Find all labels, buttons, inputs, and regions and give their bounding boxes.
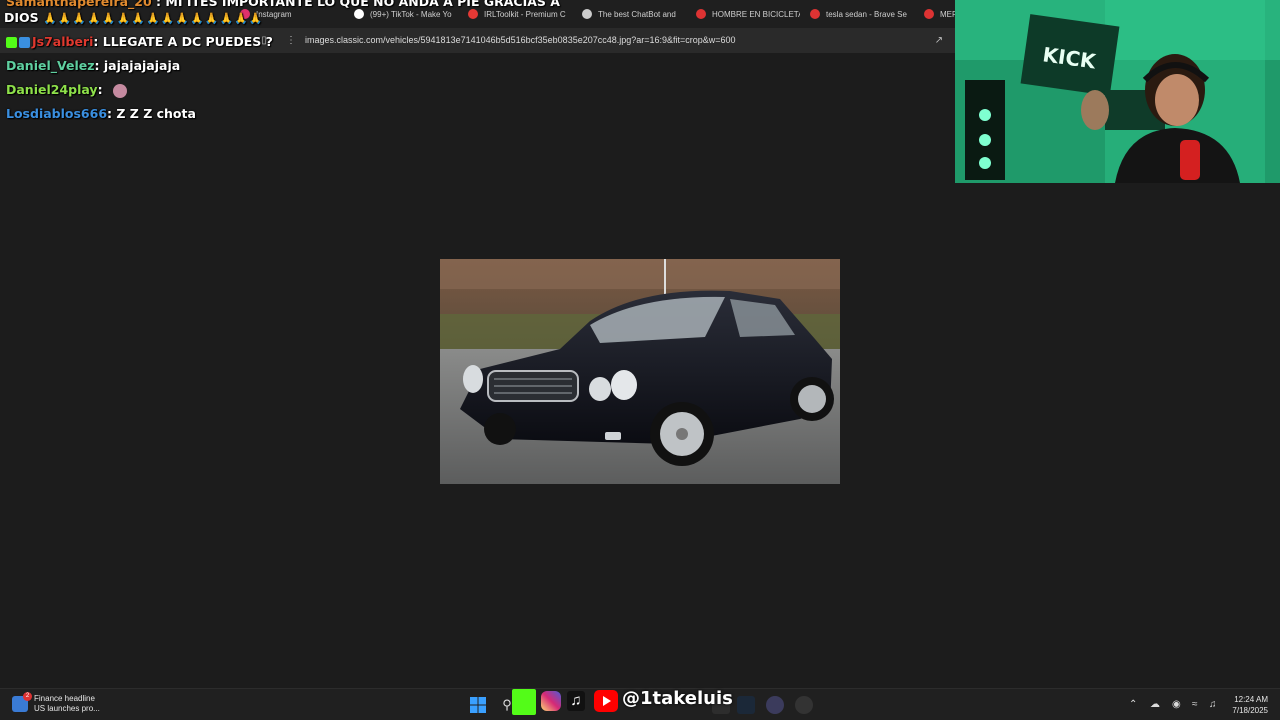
tab-label: IRLToolkit - Premium C — [484, 9, 566, 19]
site-info-icon[interactable]: ⋮ — [285, 35, 297, 47]
emote-icon — [112, 83, 127, 98]
brave-search-icon — [810, 9, 820, 19]
chat-message: Js7alberi: LLEGATE A DC PUEDES ? — [6, 34, 273, 49]
tiktok-logo-icon: ♫ — [567, 691, 585, 711]
news-icon: 2 — [12, 692, 32, 712]
app-icon-2[interactable] — [766, 696, 784, 714]
clock-date: 7/18/2025 — [1232, 706, 1268, 715]
chat-message-continued: DIOS 🙏🙏🙏🙏🙏🙏🙏🙏🙏🙏🙏🙏🙏🙏🙏 — [4, 10, 264, 25]
chat-text: MI ITES IMPORTANTE LO QUE NO ANDA A PIE … — [165, 0, 560, 9]
brave-search-icon — [924, 9, 934, 19]
news-widget[interactable]: 2 Finance headline US launches pro... — [12, 692, 100, 714]
chevron-up-icon[interactable]: ⌃ — [1129, 699, 1137, 710]
url-field[interactable]: images.classic.com/vehicles/5941813e7141… — [305, 35, 736, 45]
chat-message: Daniel_Velez: jajajajajaja — [6, 58, 180, 73]
tab-hombre-bicicleta[interactable]: HOMBRE EN BICICLETA — [688, 2, 800, 26]
streamer-handle: @1takeluis — [622, 688, 733, 709]
system-clock[interactable]: 12:24 AM 7/18/2025 — [1232, 694, 1268, 716]
settings-icon[interactable] — [795, 696, 813, 714]
chat-username: Losdiablos666 — [6, 106, 108, 121]
chat-username: Daniel24play — [6, 82, 98, 97]
microphone-icon[interactable]: ◉ — [1172, 699, 1181, 710]
share-icon[interactable]: ↗ — [933, 35, 945, 47]
irltoolkit-icon — [468, 9, 478, 19]
tab-label: tesla sedan - Brave Se — [826, 9, 907, 19]
praying-hands-emotes: 🙏🙏🙏🙏🙏🙏🙏🙏🙏🙏🙏🙏🙏🙏🙏 — [43, 12, 263, 25]
tab-label: HOMBRE EN BICICLETA — [712, 9, 800, 19]
car-illustration — [440, 259, 840, 484]
verified-badge-icon — [6, 37, 17, 48]
webcam-overlay: KICK — [955, 0, 1280, 183]
tab-label: MERC — [940, 9, 955, 19]
chat-message: Daniel24play: — [6, 82, 127, 98]
subscriber-badge-icon — [19, 37, 30, 48]
start-button-windows-icon[interactable] — [469, 696, 487, 714]
tab-tesla-sedan[interactable]: tesla sedan - Brave Se — [802, 2, 914, 26]
screen: Instagram (99+) TikTok - Make Yo IRLTool… — [0, 0, 1280, 720]
tab-label: The best ChatBot and — [598, 9, 676, 19]
clock-time: 12:24 AM — [1234, 695, 1268, 704]
tab-chatbot[interactable]: The best ChatBot and — [574, 2, 686, 26]
chat-message: Samanthapereira_20 : MI ITES IMPORTANTE … — [6, 0, 560, 9]
car-photo — [440, 259, 840, 484]
chatbot-icon — [582, 9, 592, 19]
kick-logo-icon — [512, 689, 536, 715]
chat-username: Daniel_Velez — [6, 58, 95, 73]
chat-text: : Z Z Z chota — [107, 106, 196, 121]
news-subtitle: US launches pro... — [34, 704, 100, 713]
chat-text: : — [97, 82, 103, 97]
tiktok-icon — [354, 9, 364, 19]
steam-icon[interactable] — [737, 696, 755, 714]
brave-search-icon — [696, 9, 706, 19]
volume-icon[interactable]: ♫ — [1209, 699, 1217, 710]
news-title: Finance headline — [34, 694, 95, 703]
chat-username: Samanthapereira_20 — [6, 0, 152, 9]
chat-text: : jajajajajaja — [94, 58, 181, 73]
chat-text: DIOS — [4, 10, 39, 25]
webcam-scene: KICK — [955, 0, 1280, 183]
youtube-logo-icon — [594, 690, 618, 712]
cloud-off-icon[interactable]: ☁ — [1150, 699, 1160, 710]
chat-username: Js7alberi — [32, 34, 94, 49]
news-badge: 2 — [23, 692, 32, 701]
chat-message: Losdiablos666: Z Z Z chota — [6, 106, 196, 121]
wifi-icon[interactable]: ≈ — [1192, 699, 1198, 710]
instagram-logo-icon — [541, 691, 561, 711]
chat-text: : LLEGATE A DC PUEDES ? — [93, 34, 273, 49]
tab-label: (99+) TikTok - Make Yo — [370, 9, 452, 19]
tab-merc[interactable]: MERC — [916, 2, 955, 26]
